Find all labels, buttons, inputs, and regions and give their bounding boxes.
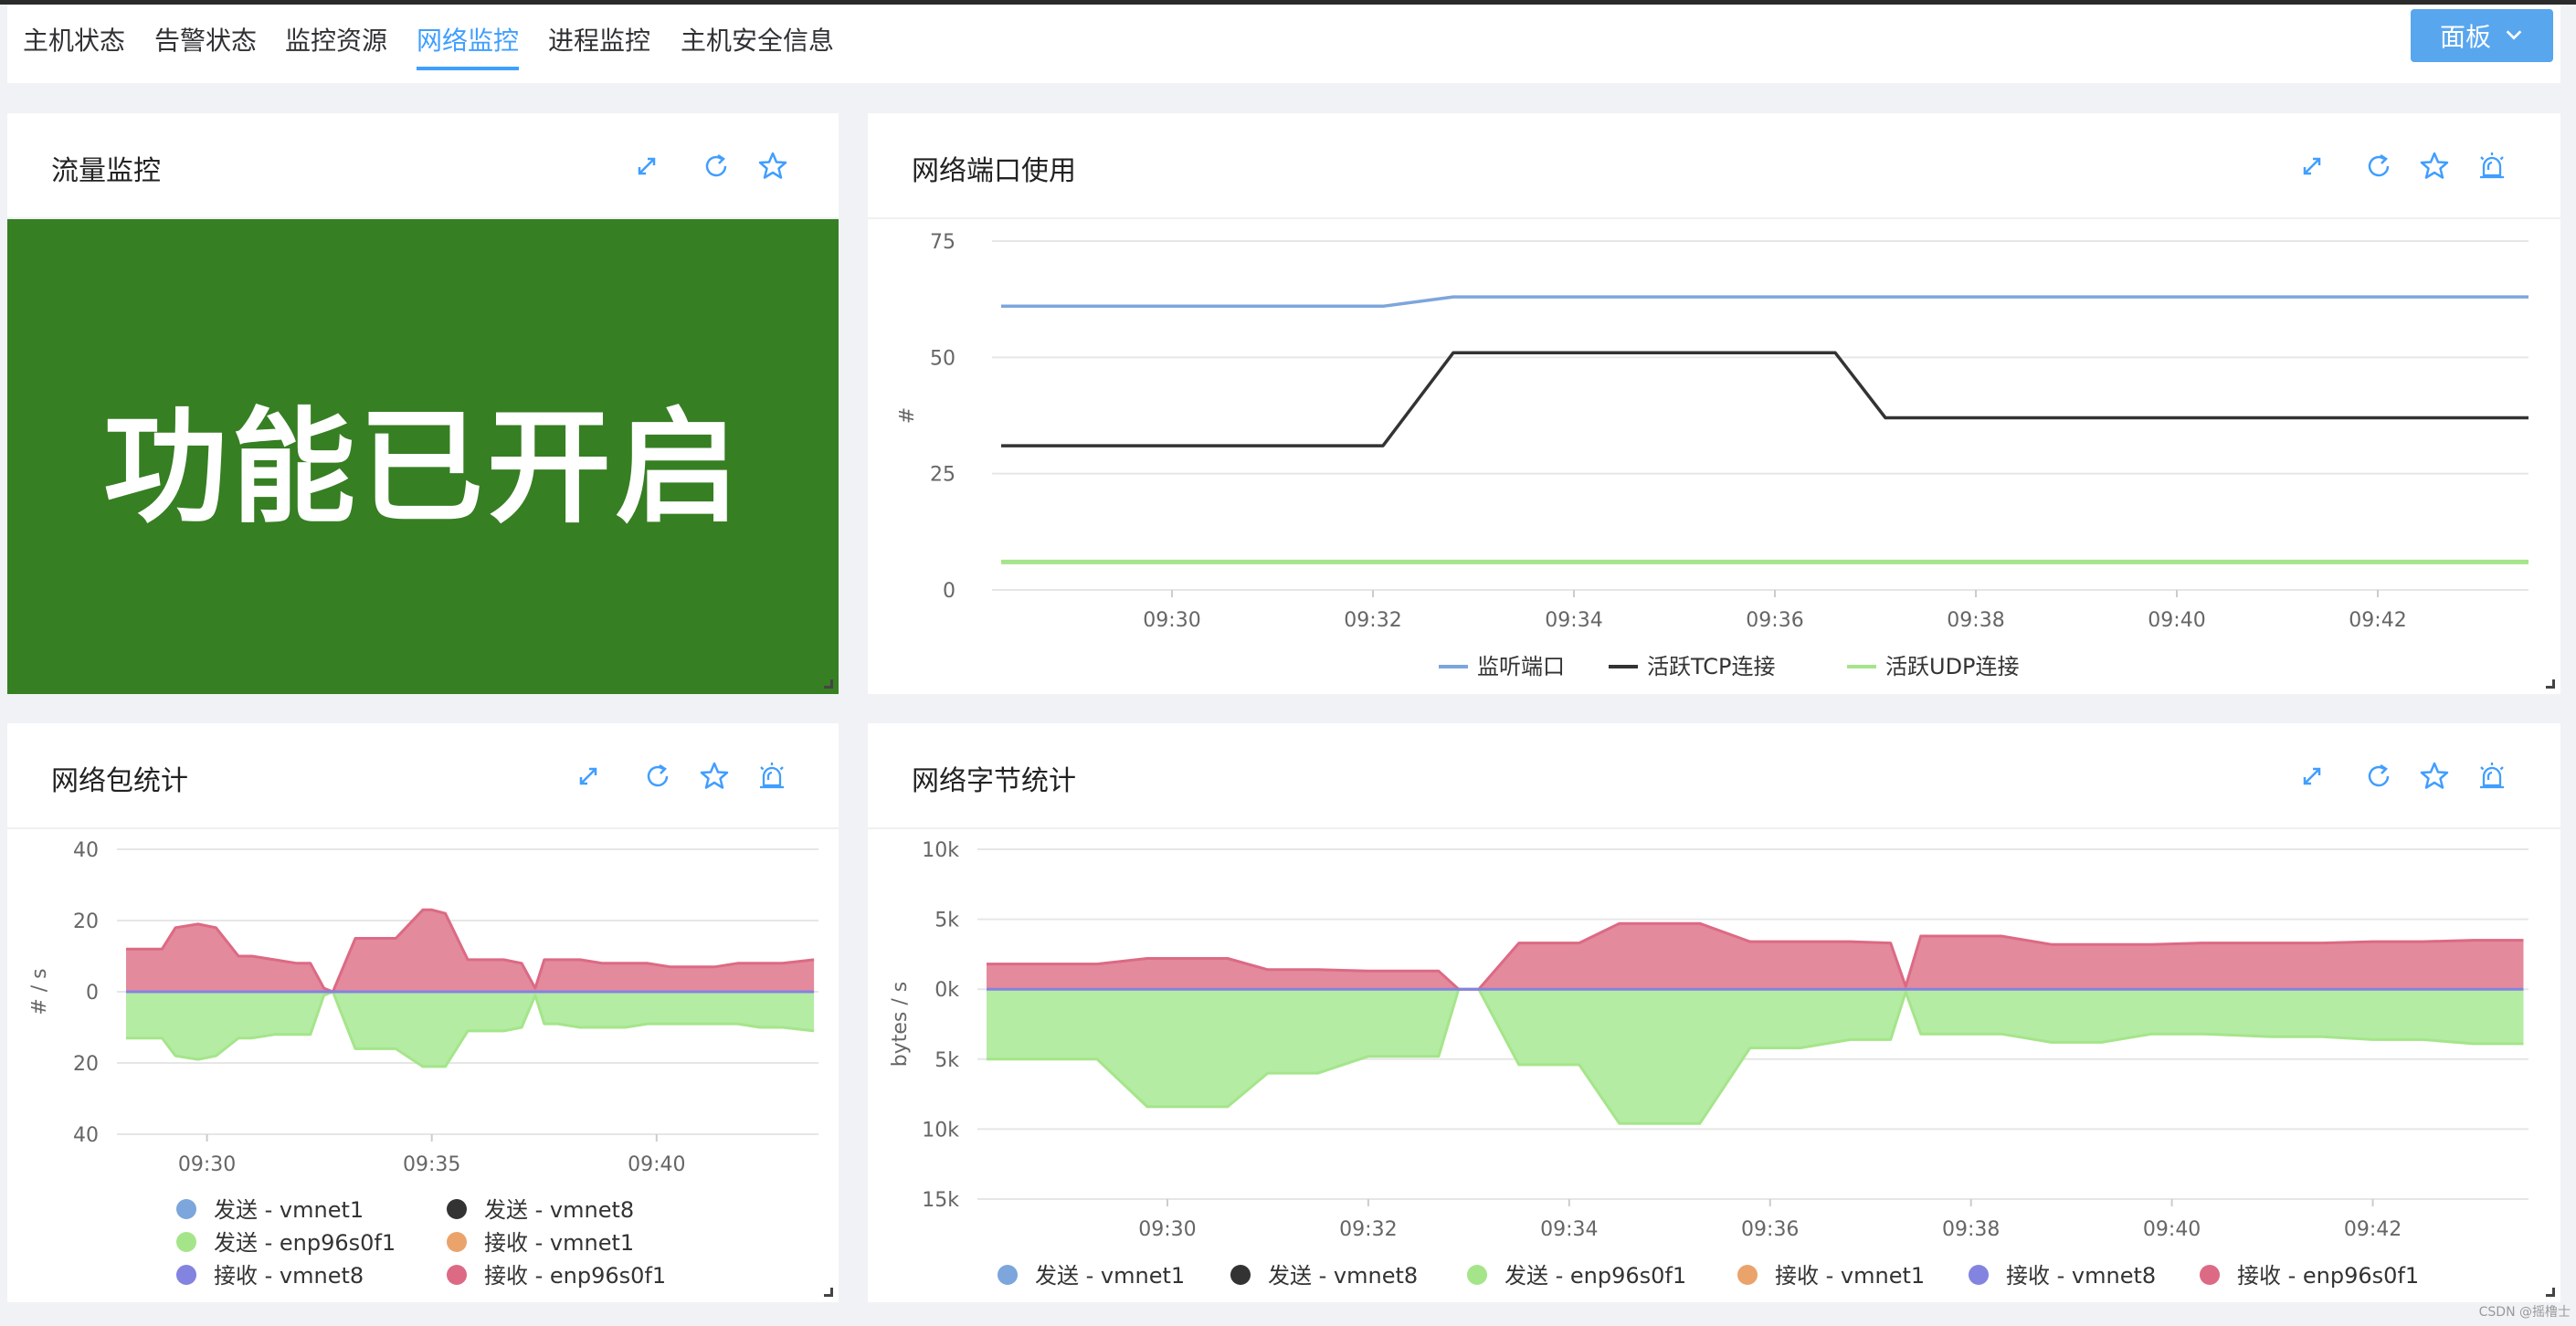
ports-line-chart: 0 25 50 75 #09:30 09:32 09:34 09:36 09:38 09:40 09… [896,231,2528,679]
packets-area-chart: 40 20 0 20 40 # / s 09:30 09:35 09:40 发送 - vmnet1… [28,839,818,1289]
y-tick-label: 20 [73,910,99,933]
series-area [126,992,815,1067]
x-tick-label: 09:30 [1138,1218,1196,1241]
card-title: 流量监控 [51,155,161,187]
x-tick-label: 09:40 [2148,609,2205,632]
top-nav-bar: 主机状态 告警状态 监控资源 网络监控 进程监控 主机安全信息 面板 [7,5,2560,83]
x-tick-label: 09:36 [1741,1218,1799,1241]
traffic-monitor-card: 流量监控 功能已开启 [7,113,839,694]
resize-handle[interactable] [824,1288,833,1297]
tab-monitor-resources[interactable]: 监控资源 [285,21,387,58]
legend-swatch [176,1265,196,1285]
x-tick-label: 09:35 [403,1153,460,1176]
y-tick-label: 20 [73,1053,99,1076]
y-tick-label: 0 [86,982,99,1005]
y-axis-label: # [896,407,919,424]
x-tick-label: 09:32 [1344,609,1401,632]
legend-label: 发送 - enp96s0f1 [214,1230,396,1256]
x-tick-label: 09:38 [1947,609,2004,632]
expand-icon[interactable] [630,150,663,183]
y-tick-label: 50 [930,347,955,370]
legend-label: 接收 - vmnet8 [2006,1263,2156,1289]
series-area [987,989,2524,1124]
legend-label: 接收 - enp96s0f1 [484,1263,666,1289]
network-ports-card: 网络端口使用 0 25 50 75 #09:30 09:32 09:34 09:36 09:38… [868,113,2560,694]
resize-handle[interactable] [824,679,833,689]
series-line [1001,295,2528,309]
series-area [987,923,2524,990]
legend-swatch [1969,1265,1989,1285]
y-tick-label: 25 [930,464,955,487]
legend-swatch [1230,1265,1251,1285]
feature-enabled-text: 功能已开启 [103,395,743,541]
legend-swatch [447,1199,467,1219]
x-tick-label: 09:30 [178,1153,236,1176]
legend-label: 接收 - vmnet8 [214,1263,364,1289]
resize-handle[interactable] [2546,679,2555,689]
chevron-down-icon [2504,21,2524,51]
star-icon[interactable] [756,150,789,183]
x-tick-label: 09:40 [628,1153,685,1176]
x-tick-label: 09:32 [1339,1218,1397,1241]
legend-swatch [447,1265,467,1285]
refresh-icon[interactable] [700,150,733,183]
legend-swatch [176,1199,196,1219]
panel-button-label: 面板 [2439,22,2491,52]
card-header: 流量监控 [7,113,839,219]
legend-label: 接收 - enp96s0f1 [2237,1263,2419,1289]
panel-dropdown-button[interactable]: 面板 [2411,9,2553,62]
series-line [1001,351,2528,447]
legend-swatch [447,1232,467,1252]
y-tick-label: 0 [943,580,955,603]
watermark: CSDN @摇橹士 [2478,1305,2571,1320]
y-tick-label: 75 [930,231,955,254]
x-tick-label: 09:34 [1545,609,1602,632]
y-tick-label: 15k [922,1189,959,1212]
legend-label: 接收 - vmnet1 [1775,1263,1925,1289]
legend-swatch [2200,1265,2220,1285]
x-tick-label: 09:36 [1746,609,1803,632]
tab-process-monitor[interactable]: 进程监控 [548,21,650,58]
x-tick-label: 09:30 [1143,609,1200,632]
legend-label: 活跃TCP连接 [1647,654,1775,679]
legend-label: 活跃UDP连接 [1885,654,2020,679]
network-bytes-card: 网络字节统计 10k 5k 0k 5k 10k 15k bytes / s 09:30 09:3… [868,723,2560,1302]
legend-swatch [176,1232,196,1252]
tab-host-security-info[interactable]: 主机安全信息 [681,21,834,58]
y-tick-label: 10k [922,1119,959,1142]
legend-label: 监听端口 [1477,654,1565,679]
legend-label: 发送 - enp96s0f1 [1504,1263,1686,1289]
feature-enabled-banner: 功能已开启 [7,219,839,694]
x-tick-label: 09:42 [2349,609,2406,632]
series-area [126,910,815,992]
legend-swatch [1737,1265,1758,1285]
x-tick-label: 09:34 [1540,1218,1598,1241]
y-tick-label: 40 [73,839,99,862]
legend-swatch [998,1265,1018,1285]
legend-label: 接收 - vmnet1 [484,1230,634,1256]
y-axis-label: # / s [28,968,51,1015]
bytes-area-chart: 10k 5k 0k 5k 10k 15k bytes / s 09:30 09:32 09:34 0… [889,839,2528,1289]
x-tick-label: 09:40 [2143,1218,2201,1241]
legend-label: 发送 - vmnet1 [214,1197,364,1223]
x-tick-label: 09:42 [2344,1218,2402,1241]
resize-handle[interactable] [2546,1288,2555,1297]
x-tick-label: 09:38 [1942,1218,2000,1241]
tab-alarm-status[interactable]: 告警状态 [154,21,257,58]
legend-swatch [1467,1265,1487,1285]
y-tick-label: 0k [934,979,959,1002]
legend-label: 发送 - vmnet8 [484,1197,634,1223]
y-tick-label: 5k [934,1049,959,1072]
y-tick-label: 10k [922,839,959,862]
tab-network-monitor[interactable]: 网络监控 [417,21,520,70]
tab-host-status[interactable]: 主机状态 [23,21,125,58]
y-tick-label: 5k [934,910,959,932]
legend-label: 发送 - vmnet8 [1268,1263,1418,1289]
y-axis-label: bytes / s [889,982,912,1067]
y-tick-label: 40 [73,1124,99,1147]
network-packets-card: 网络包统计 40 20 0 20 40 # / s 09:30 09:35 09:40 发送 - … [7,723,839,1302]
legend-label: 发送 - vmnet1 [1035,1263,1185,1289]
